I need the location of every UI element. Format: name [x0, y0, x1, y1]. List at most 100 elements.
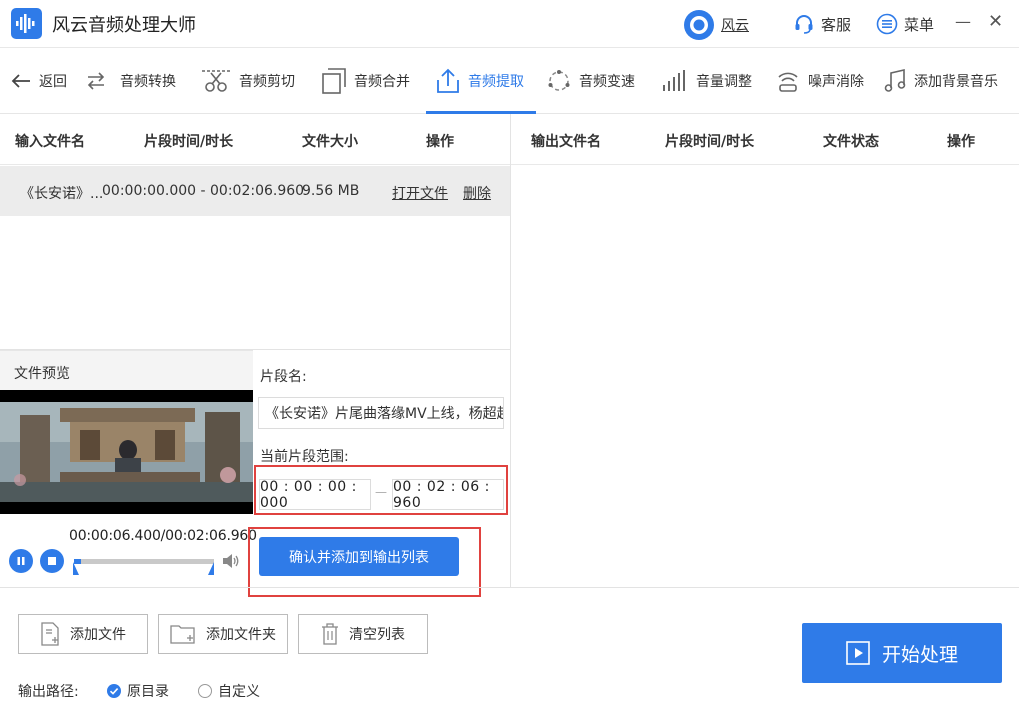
tool-label: 音频变速	[579, 74, 635, 90]
noise-icon	[778, 72, 798, 92]
segment-name-label: 片段名:	[260, 369, 307, 385]
headset-icon	[795, 15, 813, 34]
cut-icon	[202, 70, 230, 92]
segment-name-value: 《长安诺》片尾曲落缘MV上线，杨超越	[265, 406, 504, 422]
add-folder-label: 添加文件夹	[206, 627, 276, 643]
radio-unchecked-icon	[198, 684, 212, 698]
menu-list-icon	[876, 13, 898, 35]
tool-label: 音频提取	[468, 74, 524, 90]
segment-name-input[interactable]: 《长安诺》片尾曲落缘MV上线，杨超越	[258, 397, 504, 429]
tool-label: 噪声消除	[808, 74, 864, 90]
add-file-icon	[41, 622, 59, 646]
segment-range-label: 当前片段范围:	[260, 449, 349, 465]
clear-list-button[interactable]: 清空列表	[298, 614, 428, 654]
row-size: 9.56 MB	[302, 183, 360, 199]
close-button[interactable]: ✕	[988, 10, 1003, 34]
add-folder-button[interactable]: 添加文件夹	[158, 614, 288, 654]
tool-audio-extract[interactable]: 音频提取	[426, 48, 536, 114]
title-bar: 风云音频处理大师 风云 客服 菜单 — ✕	[0, 0, 1019, 48]
row-filename: 《长安诺》...	[20, 186, 104, 202]
start-processing-button[interactable]: 开始处理	[802, 623, 1002, 683]
tool-noise-removal[interactable]: 噪声消除	[776, 48, 864, 114]
extract-icon	[437, 68, 459, 93]
menu-label: 菜单	[904, 15, 935, 34]
col-file-size: 文件大小	[302, 134, 358, 150]
open-file-link[interactable]: 打开文件	[392, 183, 448, 203]
tool-label: 音频剪切	[239, 74, 295, 90]
radio-checked-icon	[107, 684, 121, 698]
delete-link[interactable]: 删除	[463, 183, 491, 203]
output-custom-option[interactable]: 自定义	[198, 681, 260, 701]
customer-service-button[interactable]: 客服	[793, 13, 851, 35]
output-original-label: 原目录	[127, 684, 169, 700]
col-output-time: 片段时间/时长	[665, 134, 755, 150]
output-custom-label: 自定义	[218, 684, 260, 700]
col-output-actions: 操作	[947, 134, 975, 150]
user-label: 风云	[721, 18, 749, 34]
col-file-status: 文件状态	[823, 134, 879, 150]
range-start-input[interactable]: 00 : 00 : 00 : 000	[259, 479, 371, 511]
user-avatar-icon	[684, 10, 714, 40]
menu-button[interactable]: 菜单	[876, 13, 934, 35]
user-account[interactable]: 风云	[683, 9, 749, 41]
trash-icon	[322, 623, 338, 645]
output-list-header: 输出文件名 片段时间/时长 文件状态 操作	[511, 114, 1019, 165]
customer-service-label: 客服	[821, 15, 852, 34]
confirm-add-button[interactable]: 确认并添加到输出列表	[259, 537, 459, 576]
col-input-filename: 输入文件名	[15, 134, 85, 150]
music-note-icon	[884, 69, 906, 92]
range-separator: —	[375, 485, 387, 499]
back-button[interactable]: 返回	[11, 48, 67, 114]
preview-title: 文件预览	[14, 366, 70, 382]
pause-button[interactable]	[9, 549, 33, 573]
output-path-label: 输出路径:	[18, 684, 79, 700]
add-file-label: 添加文件	[70, 627, 126, 643]
col-actions: 操作	[426, 134, 454, 150]
video-frame	[0, 390, 253, 514]
speed-icon	[548, 70, 570, 91]
add-folder-icon	[170, 625, 195, 644]
preview-header: 文件预览	[0, 350, 253, 390]
tool-audio-convert[interactable]: 音频转换	[84, 48, 176, 114]
input-list-header: 输入文件名 片段时间/时长 文件大小 操作	[0, 114, 510, 165]
app-logo-icon	[11, 8, 42, 39]
col-output-filename: 输出文件名	[531, 134, 601, 150]
play-icon	[846, 641, 870, 665]
range-end-handle[interactable]	[207, 562, 215, 576]
add-file-button[interactable]: 添加文件	[18, 614, 148, 654]
panel-divider	[510, 114, 511, 587]
stop-icon	[48, 557, 56, 565]
tool-label: 音量调整	[696, 74, 752, 90]
tool-label: 音频合并	[354, 74, 410, 90]
tool-add-bgm[interactable]: 添加背景音乐	[884, 48, 998, 114]
speaker-icon[interactable]	[222, 553, 240, 569]
video-preview[interactable]	[0, 390, 253, 514]
range-start-handle[interactable]	[72, 562, 80, 576]
tool-audio-merge[interactable]: 音频合并	[322, 48, 410, 114]
app-title: 风云音频处理大师	[52, 15, 196, 36]
back-label: 返回	[39, 74, 67, 90]
tool-audio-cut[interactable]: 音频剪切	[201, 48, 295, 114]
stop-button[interactable]	[40, 549, 64, 573]
bottom-divider	[0, 587, 1019, 588]
row-time: 00:00:00.000 - 00:02:06.960	[102, 183, 305, 199]
tool-volume-adjust[interactable]: 音量调整	[662, 48, 752, 114]
range-end-input[interactable]: 00 : 02 : 06 : 960	[392, 479, 504, 511]
volume-bars-icon	[663, 70, 685, 91]
merge-icon	[322, 68, 346, 94]
toolbar: 返回 音频转换 音频剪切 音频合并 音频提取 音频变速 音量调整 噪声消除 添加…	[0, 48, 1019, 114]
clear-list-label: 清空列表	[349, 627, 405, 643]
minimize-button[interactable]: —	[955, 10, 971, 34]
arrow-left-icon	[11, 74, 30, 88]
tool-audio-speed[interactable]: 音频变速	[547, 48, 635, 114]
table-row[interactable]: 《长安诺》... 00:00:00.000 - 00:02:06.960 9.5…	[0, 166, 510, 216]
output-original-option[interactable]: 原目录	[107, 681, 169, 701]
tool-label: 音频转换	[120, 74, 176, 90]
pause-icon	[17, 557, 25, 565]
playback-time: 00:00:06.400/00:02:06.960	[69, 528, 257, 544]
tool-label: 添加背景音乐	[914, 74, 998, 90]
start-processing-label: 开始处理	[881, 643, 958, 666]
convert-icon	[87, 72, 105, 90]
col-segment-time: 片段时间/时长	[144, 134, 234, 150]
progress-track[interactable]	[74, 559, 214, 564]
